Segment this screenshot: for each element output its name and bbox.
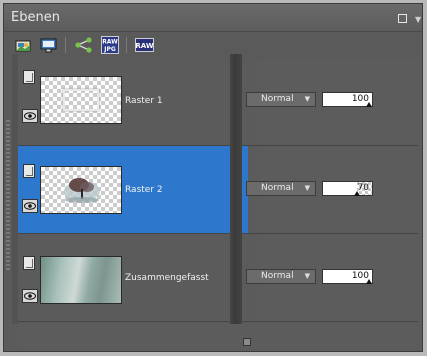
chevron-down-icon[interactable]: ▼	[415, 15, 421, 24]
chevron-down-icon: ▼	[304, 184, 310, 192]
blend-mode-value: Normal	[261, 183, 294, 193]
layer-row-left[interactable]: Raster 2	[18, 146, 248, 233]
layers-toolbar: RAW JPG RAW	[4, 32, 422, 58]
blend-mode-dropdown[interactable]: Normal ▼	[246, 269, 316, 284]
eye-icon[interactable]	[22, 199, 38, 213]
opacity-slider[interactable]: 100	[322, 92, 373, 107]
raw-icon[interactable]: RAW	[135, 36, 154, 54]
layer-row-left[interactable]: Zusammengefasst	[18, 234, 248, 321]
layer-thumbnail[interactable]	[40, 166, 122, 214]
blend-mode-dropdown[interactable]: Normal ▼	[246, 181, 316, 196]
raw-jpg-bottom-text: JPG	[103, 46, 116, 53]
raw-jpg-icon[interactable]: RAW JPG	[101, 36, 119, 54]
raw-icon-text: RAW	[135, 42, 153, 50]
opacity-fill	[323, 182, 358, 195]
app-frame: Ebenen ▼ RAW JPG RAW Raster 1 Raster 2 Z…	[0, 0, 427, 356]
chevron-down-icon: ▼	[304, 272, 310, 280]
opacity-slider[interactable]: 70	[322, 181, 373, 196]
eye-icon[interactable]	[22, 289, 38, 303]
layer-row-left[interactable]: Raster 1	[18, 58, 248, 145]
toolbar-separator	[126, 37, 127, 53]
blend-mode-value: Normal	[261, 94, 294, 104]
blend-mode-value: Normal	[261, 271, 294, 281]
layer-name[interactable]: Zusammengefasst	[125, 273, 209, 283]
layer-lock-toggle[interactable]	[23, 164, 35, 178]
resize-handle[interactable]	[243, 338, 251, 346]
eye-icon[interactable]	[22, 109, 38, 123]
frame-thumbnail-graphic	[63, 89, 99, 111]
opacity-slider[interactable]: 100	[322, 269, 373, 284]
panel-title: Ebenen	[11, 10, 60, 25]
layer-properties-icon[interactable]	[40, 36, 58, 54]
opacity-handle[interactable]	[354, 191, 361, 196]
chevron-down-icon: ▼	[304, 95, 310, 103]
layer-name[interactable]: Raster 1	[125, 96, 163, 106]
layer-lock-toggle[interactable]	[23, 256, 35, 270]
square-icon[interactable]	[398, 14, 407, 23]
panel-titlebar: Ebenen ▼	[4, 4, 422, 32]
opacity-handle[interactable]	[366, 279, 372, 284]
layer-thumbnail[interactable]	[40, 76, 122, 124]
toolbar-separator	[65, 37, 66, 53]
layer-name[interactable]: Raster 2	[125, 185, 163, 195]
new-layer-icon[interactable]	[14, 36, 32, 54]
panel-footer	[18, 324, 418, 348]
panel-splitter[interactable]	[230, 54, 242, 344]
tree-thumbnail-graphic	[64, 178, 100, 203]
layer-lock-toggle[interactable]	[23, 70, 35, 84]
share-icon[interactable]	[74, 36, 94, 54]
blend-mode-dropdown[interactable]: Normal ▼	[246, 92, 316, 107]
layer-thumbnail[interactable]	[40, 256, 122, 304]
resize-grip[interactable]	[6, 120, 10, 270]
opacity-handle[interactable]	[366, 102, 372, 107]
raw-jpg-top-text: RAW	[102, 39, 118, 46]
